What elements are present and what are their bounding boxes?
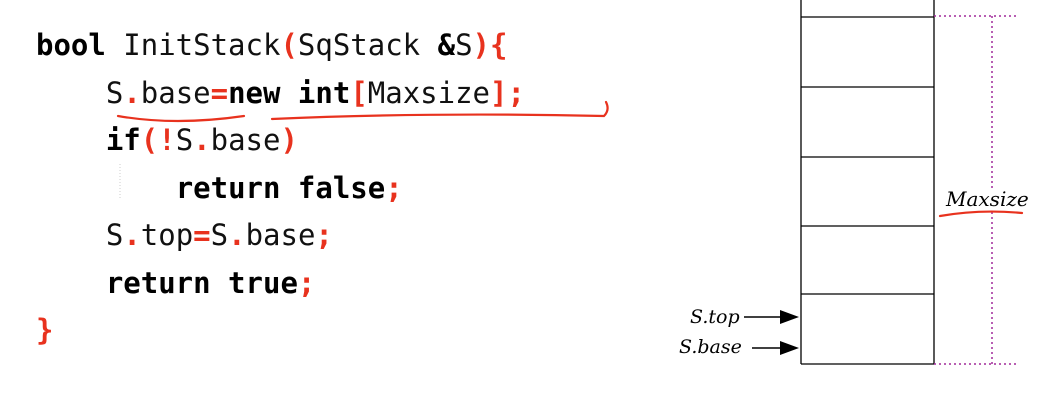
top-arrow-head <box>780 310 799 324</box>
maxsize-label: Maxsize <box>945 187 1029 211</box>
new-int-underline-annotation <box>270 100 609 121</box>
base-underline-annotation <box>116 114 246 123</box>
maxsize-underline <box>938 210 1024 218</box>
base-pointer-label: S.base <box>679 336 742 358</box>
base-arrow-head <box>780 341 799 355</box>
top-pointer-label: S.top <box>690 306 740 328</box>
stack-diagram: Maxsize S.top S.base <box>116 0 1029 365</box>
